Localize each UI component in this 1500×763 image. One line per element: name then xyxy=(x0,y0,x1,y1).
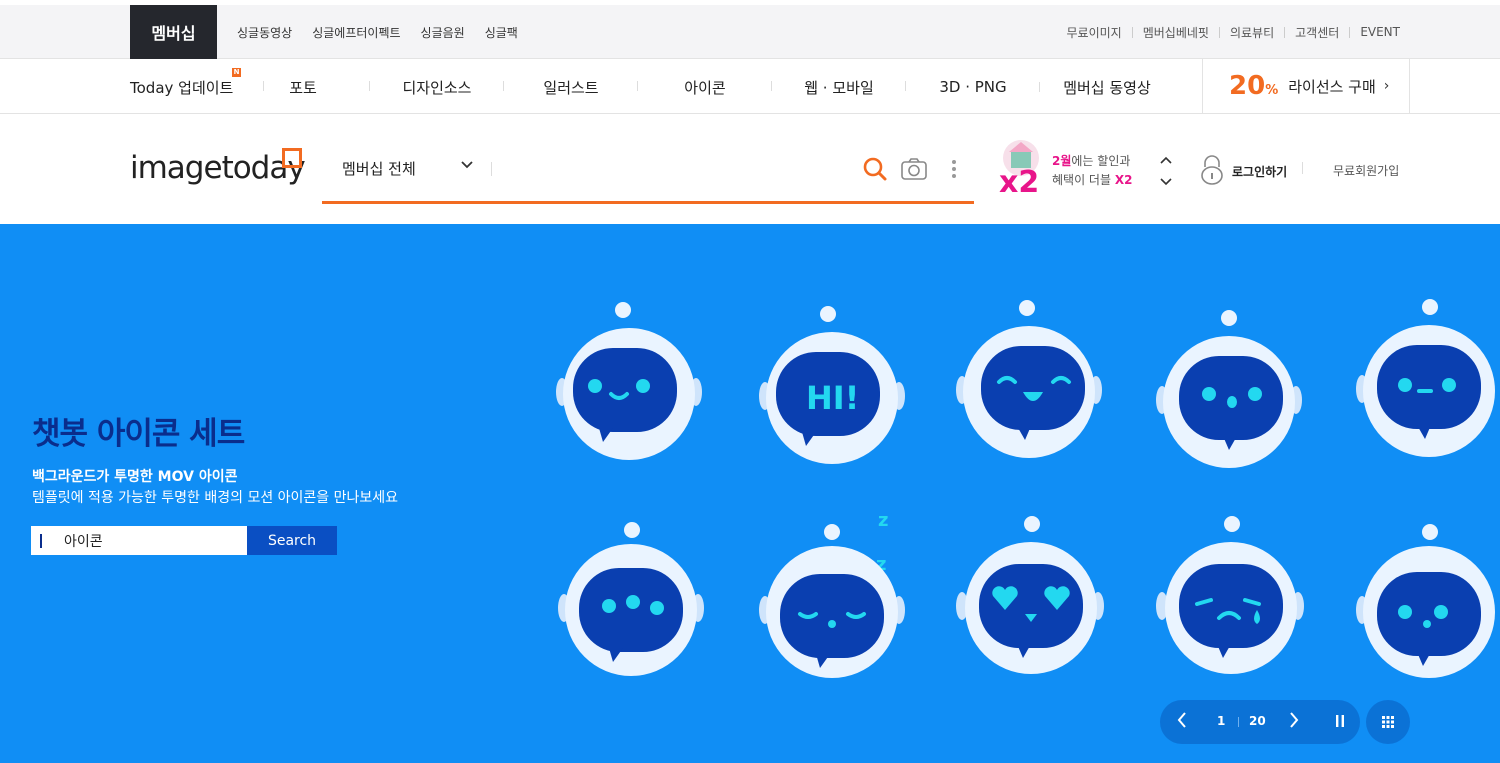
nav-label: 일러스트 xyxy=(543,78,599,97)
robot-icon-love[interactable] xyxy=(955,516,1105,686)
login-label: 로그인하기 xyxy=(1232,165,1288,179)
divider xyxy=(1218,26,1220,38)
slider-controls: 1 20 xyxy=(1160,700,1360,744)
single-links: 싱글동영상 싱글에프터이펙트 싱글음원 싱글팩 xyxy=(237,5,518,59)
hero-subtitle: 백그라운드가 투명한 MOV 아이콘 xyxy=(32,469,238,485)
nav-label: 멤버십 동영상 xyxy=(1063,78,1151,97)
license-percent: 20% xyxy=(1229,71,1278,101)
util-free-images[interactable]: 무료이미지 xyxy=(1067,24,1122,41)
camera-icon[interactable] xyxy=(900,156,928,182)
membership-tab[interactable]: 멤버십 xyxy=(130,5,217,59)
nav-web-mobile[interactable]: 웹 · 모바일 xyxy=(772,77,906,98)
license-label: 라이선스 구매 xyxy=(1288,77,1376,96)
search-scope-select[interactable]: 멤버십 전체 xyxy=(342,158,416,179)
chevron-down-icon[interactable] xyxy=(1160,172,1172,194)
gift-x2-icon: x2 xyxy=(995,138,1047,200)
divider xyxy=(1238,717,1239,727)
logo-image: image xyxy=(130,150,223,186)
single-link-pack[interactable]: 싱글팩 xyxy=(485,24,518,41)
slide-current: 1 xyxy=(1217,714,1226,728)
nav-label: 3D · PNG xyxy=(939,78,1007,96)
svg-text:x2: x2 xyxy=(999,165,1039,198)
nav-label: 디자인소스 xyxy=(402,78,472,97)
nav-icon[interactable]: 아이콘 xyxy=(638,77,772,98)
robot-icon-crying[interactable] xyxy=(1155,516,1305,686)
chevron-left-icon[interactable] xyxy=(1176,710,1188,734)
nav-illust[interactable]: 일러스트 xyxy=(504,77,638,98)
hero-search-button[interactable]: Search xyxy=(247,526,337,555)
text-cursor xyxy=(40,533,42,548)
nav-label: 포토 xyxy=(289,78,317,97)
new-badge: N xyxy=(232,67,241,77)
search-input[interactable] xyxy=(502,154,852,184)
robot-icon-sleeping[interactable]: z z xyxy=(758,510,908,694)
promo-line1: 에는 할인과 xyxy=(1071,154,1131,168)
grid-view-icon[interactable] xyxy=(1366,700,1410,744)
nav-today-update[interactable]: Today 업데이트 N xyxy=(130,67,264,98)
promo-banner[interactable]: x2 2월에는 할인과 혜택이 더블 X2 xyxy=(995,138,1155,208)
license-percent-sign: % xyxy=(1265,83,1279,98)
robot-icon-hi[interactable]: HI! xyxy=(758,306,908,476)
pause-icon[interactable] xyxy=(1334,713,1346,733)
robot-icon-smile[interactable] xyxy=(555,302,705,472)
robot-icon-surprised[interactable] xyxy=(1155,310,1305,480)
robot-icon-neutral[interactable] xyxy=(1355,299,1500,469)
util-event[interactable]: EVENT xyxy=(1360,25,1400,39)
divider xyxy=(1284,26,1286,38)
utility-links: 무료이미지 멤버십베네핏 의료뷰티 고객센터 EVENT xyxy=(1067,5,1400,59)
hero-search-input[interactable]: 아이콘 xyxy=(31,526,247,555)
header: imagetoday 멤버십 전체 x2 2월에는 할인과 혜택이 더블 X2 … xyxy=(0,114,1500,224)
hero-description: 템플릿에 적용 가능한 투명한 배경의 모션 아이콘을 만나보세요 xyxy=(32,490,399,506)
nav-membership-video[interactable]: 멤버십 동영상 xyxy=(1040,77,1174,98)
chevron-right-icon[interactable] xyxy=(1288,710,1300,734)
nav-label: 웹 · 모바일 xyxy=(804,78,874,97)
hero-banner: 챗봇 아이콘 세트 백그라운드가 투명한 MOV 아이콘 템플릿에 적용 가능한… xyxy=(0,224,1500,763)
single-link-video[interactable]: 싱글동영상 xyxy=(237,24,292,41)
slide-total: 20 xyxy=(1249,714,1266,728)
top-utility-bar: 멤버십 싱글동영상 싱글에프터이펙트 싱글음원 싱글팩 무료이미지 멤버십베네핏… xyxy=(0,0,1500,59)
hero-title: 챗봇 아이콘 세트 xyxy=(32,416,245,452)
more-vertical-icon[interactable] xyxy=(948,156,960,182)
promo-line2-highlight: X2 xyxy=(1114,173,1133,187)
single-link-music[interactable]: 싱글음원 xyxy=(421,24,465,41)
robot-icon-calm[interactable] xyxy=(1355,524,1500,694)
signup-link[interactable]: 무료회원가입 xyxy=(1333,162,1399,179)
hi-text: HI! xyxy=(806,379,859,417)
promo-line2: 혜택이 더블 xyxy=(1052,173,1115,187)
zz-icon: z xyxy=(878,510,888,531)
divider xyxy=(1131,26,1133,38)
promo-text: 2월에는 할인과 혜택이 더블 X2 xyxy=(1052,152,1132,190)
nav-3d-png[interactable]: 3D · PNG xyxy=(906,78,1040,96)
hero-search: 아이콘 Search xyxy=(31,526,337,555)
util-medical-beauty[interactable]: 의료뷰티 xyxy=(1230,24,1274,41)
divider xyxy=(1349,26,1351,38)
util-customer-center[interactable]: 고객센터 xyxy=(1295,24,1339,41)
chevron-up-icon[interactable] xyxy=(1160,150,1172,172)
license-purchase-button[interactable]: 20% 라이선스 구매 › xyxy=(1202,59,1410,113)
nav-photo[interactable]: 포토 xyxy=(236,77,370,98)
divider xyxy=(491,162,492,176)
single-link-aftereffects[interactable]: 싱글에프터이펙트 xyxy=(312,24,400,41)
login-button[interactable]: 로그인하기 xyxy=(1200,154,1287,189)
hero-search-value: 아이콘 xyxy=(64,533,103,550)
chevron-right-icon: › xyxy=(1383,78,1390,94)
nav-label: 아이콘 xyxy=(684,78,726,97)
divider xyxy=(1302,162,1303,174)
search-bar: 멤버십 전체 xyxy=(322,146,974,204)
nav-label: Today 업데이트 xyxy=(130,78,234,97)
lock-icon xyxy=(1200,154,1224,189)
logo[interactable]: imagetoday xyxy=(130,150,306,186)
chevron-down-icon[interactable] xyxy=(460,158,474,176)
license-percent-value: 20 xyxy=(1229,71,1266,101)
logo-square-icon xyxy=(282,148,302,168)
robot-icon-happy[interactable] xyxy=(955,300,1105,470)
robot-icon-typing[interactable] xyxy=(557,522,707,692)
util-membership-benefit[interactable]: 멤버십베네핏 xyxy=(1143,24,1209,41)
search-icon[interactable] xyxy=(862,156,888,182)
promo-arrows xyxy=(1160,150,1172,194)
nav-design-source[interactable]: 디자인소스 xyxy=(370,77,504,98)
promo-highlight: 2월 xyxy=(1052,154,1072,168)
category-nav: Today 업데이트 N 포토 디자인소스 일러스트 아이콘 웹 · 모바일 3… xyxy=(0,59,1500,114)
